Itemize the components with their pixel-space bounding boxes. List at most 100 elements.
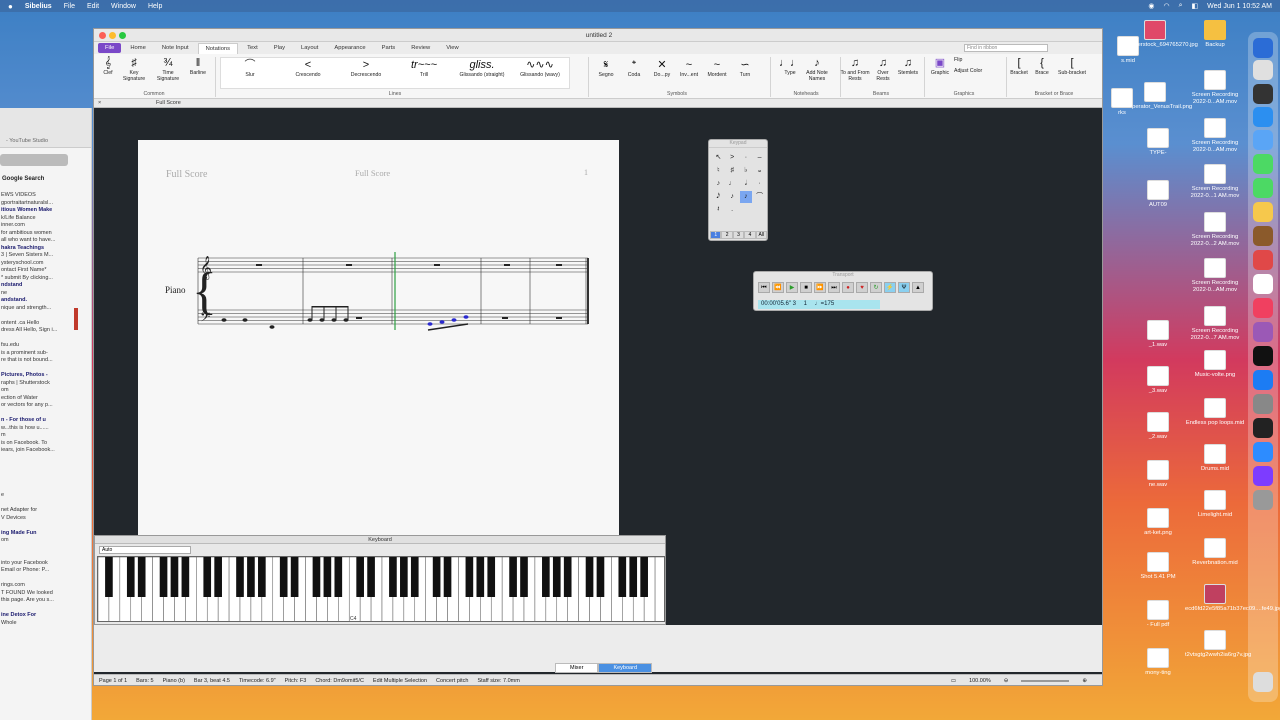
result-line[interactable]: is a prominent sub- xyxy=(1,350,91,358)
desktop-file[interactable]: Backup xyxy=(1185,20,1245,49)
trill-button[interactable]: tr~~~ Trill xyxy=(395,58,453,78)
black-key[interactable] xyxy=(170,557,179,597)
search-icon[interactable]: ⌕ xyxy=(1179,2,1183,10)
result-line[interactable]: Pictures, Photos - xyxy=(1,372,91,380)
black-key[interactable] xyxy=(410,557,419,597)
black-key[interactable] xyxy=(487,557,496,597)
ribbon-search-input[interactable]: Find in ribbon xyxy=(964,44,1048,52)
desktop-file[interactable]: mony-ting xyxy=(1128,648,1188,677)
key-signature-button[interactable]: ♯ Key Signature xyxy=(118,56,150,82)
result-line[interactable]: gportraitartnaturalsl... xyxy=(1,200,91,208)
sub-bracket-button[interactable]: [Sub-bracket xyxy=(1054,56,1090,76)
black-key[interactable] xyxy=(356,557,364,597)
to-and-from-rests-button[interactable]: ♫ To and From Rests xyxy=(840,56,870,82)
tab-parts[interactable]: Parts xyxy=(375,43,403,53)
quicktime-icon[interactable] xyxy=(1253,490,1273,510)
keypad-key[interactable]: – xyxy=(753,152,766,164)
result-line[interactable]: ine Detox For xyxy=(1,612,91,620)
result-line[interactable] xyxy=(1,477,91,485)
record-icon[interactable]: ◉ xyxy=(1148,2,1154,10)
chrome-icon[interactable] xyxy=(1253,418,1273,438)
result-line[interactable]: net Adapter for xyxy=(1,507,91,515)
flip-button[interactable]: Flip xyxy=(954,57,978,63)
result-line[interactable] xyxy=(1,485,91,493)
result-line[interactable]: inner.com xyxy=(1,222,91,230)
calendar-icon[interactable] xyxy=(1253,250,1273,270)
black-key[interactable] xyxy=(258,557,266,597)
result-line[interactable]: Whole xyxy=(1,620,91,628)
close-tab-icon[interactable]: × xyxy=(98,100,101,106)
keypad-key[interactable]: 𝅗𝅥 xyxy=(740,178,753,190)
desktop-file[interactable]: Screen Recording 2022-0...AM.mov xyxy=(1185,70,1245,106)
black-key[interactable] xyxy=(159,557,168,597)
facetime-icon[interactable] xyxy=(1253,178,1273,198)
result-line[interactable]: for ambitious women xyxy=(1,230,91,238)
keypad-key[interactable]: . xyxy=(726,204,739,216)
view-mode-icon[interactable]: ▭ xyxy=(951,678,956,684)
rewind-icon[interactable]: ⏪ xyxy=(772,282,784,293)
barline-button[interactable]: ‖ Barline xyxy=(186,56,210,76)
fast-forward-icon[interactable]: ⏩ xyxy=(814,282,826,293)
zoom-icon[interactable] xyxy=(119,32,126,39)
turn-button[interactable]: ∽ Turn xyxy=(732,58,758,78)
black-key[interactable] xyxy=(126,557,135,597)
result-line[interactable]: re that is not bound... xyxy=(1,357,91,365)
result-line[interactable]: om xyxy=(1,387,91,395)
result-line[interactable]: w...this is how u...... xyxy=(1,425,91,433)
document-tab[interactable]: Full Score xyxy=(156,100,181,106)
desktop-file[interactable]: _2.wav xyxy=(1128,412,1188,441)
black-key[interactable] xyxy=(509,557,517,597)
keypad-key[interactable]: 𝄽 xyxy=(712,204,725,216)
result-line[interactable]: itious Women Make xyxy=(1,207,91,215)
status-concert-pitch[interactable]: Concert pitch xyxy=(436,678,468,684)
over-rests-button[interactable]: ♫ Over Rests xyxy=(872,56,894,82)
menu-edit[interactable]: Edit xyxy=(87,3,99,10)
browser-tab-title[interactable]: - YouTube Studio xyxy=(6,138,48,144)
keypad-key[interactable]: ♩ xyxy=(726,178,739,190)
tv-icon[interactable] xyxy=(1253,346,1273,366)
keypad-key[interactable]: ♯ xyxy=(726,165,739,177)
desktop-file[interactable]: AUT09 xyxy=(1128,180,1188,209)
result-line[interactable]: ysteryschool.com xyxy=(1,260,91,268)
desktop-file[interactable]: shutterstock_694765270.jpg xyxy=(1125,20,1198,49)
result-line[interactable]: all who want to have... xyxy=(1,237,91,245)
keyboard-mode-select[interactable]: Auto xyxy=(99,546,191,554)
status-mode[interactable]: Edit Multiple Selection xyxy=(373,678,427,684)
mixer-button[interactable]: Mixer xyxy=(555,663,599,673)
keypad-key[interactable]: ♪ xyxy=(726,191,739,203)
result-line[interactable]: om xyxy=(1,537,91,545)
black-key[interactable] xyxy=(334,557,343,597)
result-line[interactable] xyxy=(1,552,91,560)
keypad-tab-2[interactable]: 2 xyxy=(721,231,733,239)
contacts-icon[interactable] xyxy=(1253,226,1273,246)
brace-button[interactable]: {Brace xyxy=(1032,56,1052,76)
add-note-names-button[interactable]: ♪ Add Note Names xyxy=(802,56,832,82)
black-key[interactable] xyxy=(203,557,212,597)
graphic-button[interactable]: ▣ Graphic xyxy=(928,56,952,76)
control-center-icon[interactable]: ◧ xyxy=(1192,2,1199,10)
black-key[interactable] xyxy=(247,557,255,597)
result-line[interactable] xyxy=(1,522,91,530)
desktop-file[interactable]: - Full pdf xyxy=(1128,600,1188,629)
click-icon[interactable]: ⚡ xyxy=(884,282,896,293)
zoom-icon[interactable] xyxy=(1253,442,1273,462)
menu-app-name[interactable]: Sibelius xyxy=(25,3,52,10)
desktop-file[interactable]: Screen Recording 2022-0...1 AM.mov xyxy=(1185,164,1245,200)
result-line[interactable] xyxy=(1,365,91,373)
flexi-time-icon[interactable]: ♥ xyxy=(856,282,868,293)
mail-icon[interactable] xyxy=(1253,130,1273,150)
black-key[interactable] xyxy=(181,557,190,597)
keypad-key[interactable]: · xyxy=(740,152,753,164)
desktop-file[interactable]: Endless pop loops.mid xyxy=(1185,398,1245,427)
tab-text[interactable]: Text xyxy=(240,43,265,53)
black-key[interactable] xyxy=(279,557,288,597)
result-line[interactable] xyxy=(1,500,91,508)
desktop-file[interactable]: art-ket.png xyxy=(1128,508,1188,537)
black-key[interactable] xyxy=(400,557,408,597)
tab-view[interactable]: View xyxy=(439,43,465,53)
piano-keys[interactable]: C4 xyxy=(97,556,665,622)
tab-review[interactable]: Review xyxy=(404,43,437,53)
reminders-icon[interactable] xyxy=(1253,274,1273,294)
desktop-file[interactable]: Reverbnation.mid xyxy=(1185,538,1245,567)
result-line[interactable]: raphs | Shutterstock xyxy=(1,380,91,388)
